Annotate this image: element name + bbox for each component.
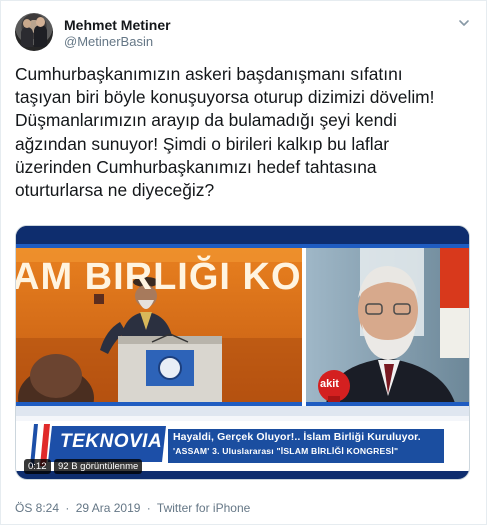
tweet-header: Mehmet Metiner @MetinerBasin: [15, 13, 475, 53]
separator: ·: [65, 501, 70, 515]
tweet-text: Cumhurbaşkanımızın askeri başdanışmanı s…: [15, 63, 475, 202]
tweet-text-line: ağzından sunuyor! Şimdi o birileri kalkı…: [15, 133, 390, 154]
video-view-count: 92 B görüntülenme: [54, 459, 143, 474]
ticker-line-1: Hayaldi, Gerçek Oluyor!.. İslam Birliği …: [173, 431, 421, 443]
separator: ·: [146, 501, 151, 515]
tweet-text-line: Düşmanlarımızın arayıp da bulamadığı şey…: [15, 110, 397, 131]
tweet-text-line: oturturlarsa ne diyeceğiz?: [15, 180, 215, 201]
mic-label: akit: [320, 378, 339, 390]
tweet-text-line: üzerinden Cumhurbaşkanımızı hedef tahtas…: [15, 156, 377, 177]
video-elapsed-time: 0:12: [24, 459, 51, 474]
author-handle[interactable]: @MetinerBasin: [64, 34, 153, 49]
author-name[interactable]: Mehmet Metiner: [64, 17, 171, 33]
tweet-text-line: Cumhurbaşkanımızın askeri başdanışmanı s…: [15, 64, 403, 84]
banner-text: AM BIRLIĞI KON LD: [16, 256, 302, 298]
avatar[interactable]: [15, 13, 53, 51]
video-player[interactable]: AM BIRLIĞI KON LD akit TEKNOVIA Hayaldi,…: [15, 225, 470, 480]
tweet-footer: ÖS 8:24 · 29 Ara 2019 · Twitter for iPho…: [15, 501, 253, 515]
tweet-source[interactable]: Twitter for iPhone: [157, 501, 250, 515]
chevron-down-icon[interactable]: [457, 16, 471, 30]
tweet-card: Mehmet Metiner @MetinerBasin Cumhurbaşka…: [0, 0, 487, 525]
channel-brand: TEKNOVIA: [60, 431, 163, 452]
ticker-line-2: 'ASSAM' 3. Uluslararası "İSLAM BİRLİĞİ K…: [173, 446, 399, 456]
tweet-time[interactable]: ÖS 8:24: [15, 501, 59, 515]
tweet-text-line: taşıyan biri böyle konuşuyorsa oturup di…: [15, 87, 435, 108]
tweet-date[interactable]: 29 Ara 2019: [76, 501, 141, 515]
